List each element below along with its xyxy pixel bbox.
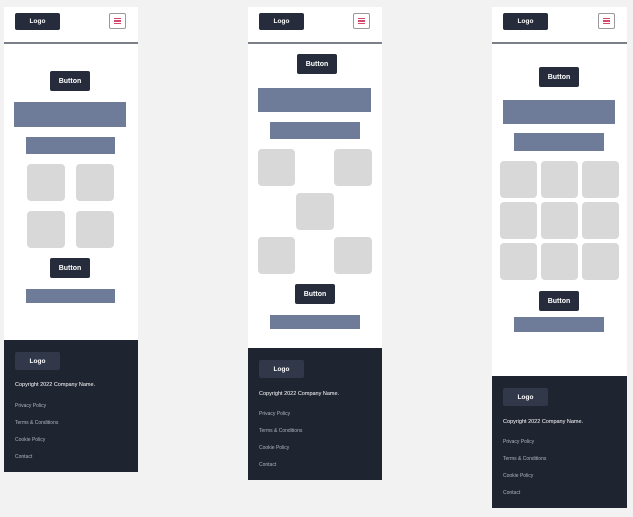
image-tile: [258, 237, 295, 274]
image-tile: [541, 243, 578, 280]
image-tile: [27, 164, 65, 201]
footer-link-terms[interactable]: Terms & Conditions: [15, 420, 58, 426]
wide-placeholder-bar: [503, 100, 615, 124]
image-tile: [541, 202, 578, 239]
header-logo[interactable]: Logo: [503, 13, 548, 30]
secondary-button[interactable]: Button: [295, 284, 335, 304]
copyright-text: Copyright 2022 Company Name.: [503, 419, 584, 425]
bottom-placeholder-bar: [26, 289, 115, 303]
secondary-button[interactable]: Button: [539, 291, 579, 311]
footer: Logo Copyright 2022 Company Name. Privac…: [248, 348, 382, 480]
image-tile: [334, 149, 372, 186]
footer-link-contact[interactable]: Contact: [15, 454, 32, 460]
image-tile: [582, 202, 619, 239]
footer-link-contact[interactable]: Contact: [503, 490, 520, 496]
hamburger-icon[interactable]: [109, 13, 126, 29]
secondary-button[interactable]: Button: [50, 258, 90, 278]
footer-logo[interactable]: Logo: [503, 388, 548, 406]
image-tile: [500, 202, 537, 239]
hamburger-icon[interactable]: [598, 13, 615, 29]
footer-link-cookie[interactable]: Cookie Policy: [259, 445, 289, 451]
image-tile: [500, 243, 537, 280]
image-tile: [582, 243, 619, 280]
header: Logo: [492, 7, 627, 44]
copyright-text: Copyright 2022 Company Name.: [259, 391, 340, 397]
narrow-placeholder-bar: [514, 133, 604, 151]
footer-logo[interactable]: Logo: [259, 360, 304, 378]
footer-link-privacy[interactable]: Privacy Policy: [503, 439, 534, 445]
footer-link-privacy[interactable]: Privacy Policy: [15, 403, 46, 409]
image-tile: [258, 149, 295, 186]
footer-link-cookie[interactable]: Cookie Policy: [15, 437, 45, 443]
footer: Logo Copyright 2022 Company Name. Privac…: [492, 376, 627, 508]
primary-button[interactable]: Button: [297, 54, 337, 74]
narrow-placeholder-bar: [270, 122, 360, 139]
header-logo[interactable]: Logo: [15, 13, 60, 30]
narrow-placeholder-bar: [26, 137, 115, 154]
footer-link-cookie[interactable]: Cookie Policy: [503, 473, 533, 479]
copyright-text: Copyright 2022 Company Name.: [15, 382, 96, 388]
image-tile: [76, 211, 114, 248]
image-tile: [27, 211, 65, 248]
bottom-placeholder-bar: [270, 315, 360, 329]
image-tile: [76, 164, 114, 201]
footer-link-privacy[interactable]: Privacy Policy: [259, 411, 290, 417]
wide-placeholder-bar: [14, 102, 126, 127]
footer-link-contact[interactable]: Contact: [259, 462, 276, 468]
footer: Logo Copyright 2022 Company Name. Privac…: [4, 340, 138, 472]
wide-placeholder-bar: [258, 88, 371, 112]
image-tile: [334, 237, 372, 274]
image-tile: [500, 161, 537, 198]
mobile-frame-1: Logo Button Button Logo Copyright 2022 C…: [4, 7, 138, 472]
image-tile: [296, 193, 334, 230]
header-logo[interactable]: Logo: [259, 13, 304, 30]
footer-link-terms[interactable]: Terms & Conditions: [259, 428, 302, 434]
primary-button[interactable]: Button: [50, 71, 90, 91]
mobile-frame-3: Logo Button Button Logo Copyright 2022 C…: [492, 7, 627, 508]
hamburger-icon[interactable]: [353, 13, 370, 29]
header: Logo: [4, 7, 138, 44]
header: Logo: [248, 7, 382, 44]
footer-link-terms[interactable]: Terms & Conditions: [503, 456, 546, 462]
bottom-placeholder-bar: [514, 317, 604, 332]
image-tile: [582, 161, 619, 198]
image-tile: [541, 161, 578, 198]
mobile-frame-2: Logo Button Button Logo Copyright 2022 C…: [248, 7, 382, 480]
primary-button[interactable]: Button: [539, 67, 579, 87]
footer-logo[interactable]: Logo: [15, 352, 60, 370]
